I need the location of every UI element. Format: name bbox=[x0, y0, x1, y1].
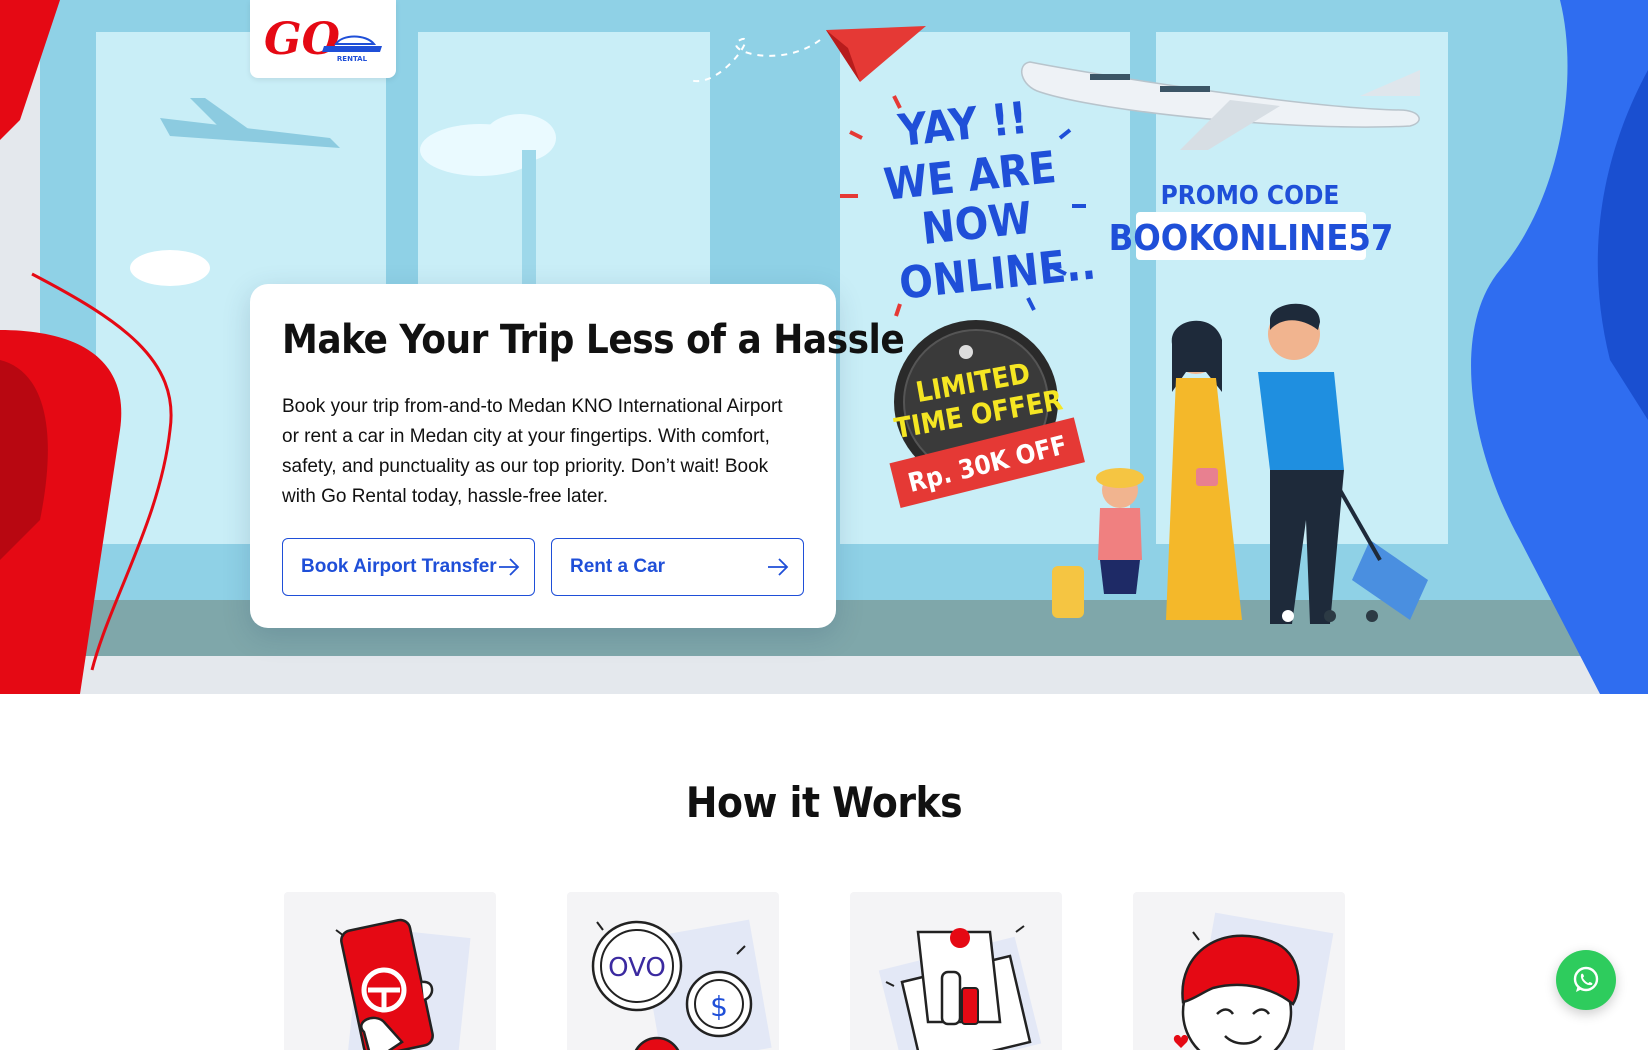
envelope-key-icon bbox=[878, 925, 1042, 1050]
payment-wallet-icon: OVO $ bbox=[591, 919, 772, 1050]
promo-code: BOOKONLINE57 bbox=[1109, 218, 1394, 259]
whatsapp-icon bbox=[1573, 966, 1599, 992]
arrow-right-icon bbox=[499, 558, 520, 576]
step-card-enjoy bbox=[1133, 892, 1345, 1050]
book-airport-transfer-button[interactable]: Book Airport Transfer bbox=[282, 538, 535, 596]
carousel-dot-3[interactable] bbox=[1366, 610, 1378, 622]
book-airport-transfer-label: Book Airport Transfer bbox=[301, 556, 497, 577]
hero-title: Make Your Trip Less of a Hassle bbox=[282, 317, 905, 363]
promo-label: PROMO CODE bbox=[1161, 181, 1340, 211]
rent-a-car-label: Rent a Car bbox=[570, 556, 666, 577]
logo-text: GO bbox=[264, 14, 340, 65]
whatsapp-chat-button[interactable] bbox=[1556, 950, 1616, 1010]
svg-text:$: $ bbox=[710, 990, 728, 1023]
ovo-text: OVO bbox=[608, 953, 666, 983]
how-it-works-title: How it Works bbox=[685, 778, 963, 827]
step-card-pay: OVO $ bbox=[567, 892, 779, 1050]
arrow-right-icon bbox=[768, 558, 789, 576]
rent-a-car-button[interactable]: Rent a Car bbox=[551, 538, 804, 596]
hero-description: Book your trip from-and-to Medan KNO Int… bbox=[282, 396, 783, 507]
phone-app-icon bbox=[335, 918, 471, 1050]
carousel-dot-1[interactable] bbox=[1282, 610, 1294, 622]
carousel-dot-2[interactable] bbox=[1324, 610, 1336, 622]
carousel-dots bbox=[1282, 610, 1378, 622]
happy-face-icon bbox=[1173, 912, 1334, 1050]
logo-sub-text: RENTAL bbox=[337, 55, 368, 63]
step-card-book bbox=[284, 892, 496, 1050]
hero-banner: YAY !! WE ARE NOW ONLINE.. LIMITED TIME … bbox=[0, 0, 1648, 694]
brand-logo[interactable]: GO RENTAL bbox=[250, 0, 396, 78]
step-card-receive bbox=[850, 892, 1062, 1050]
hero-card: Make Your Trip Less of a Hassle Book you… bbox=[250, 284, 905, 628]
